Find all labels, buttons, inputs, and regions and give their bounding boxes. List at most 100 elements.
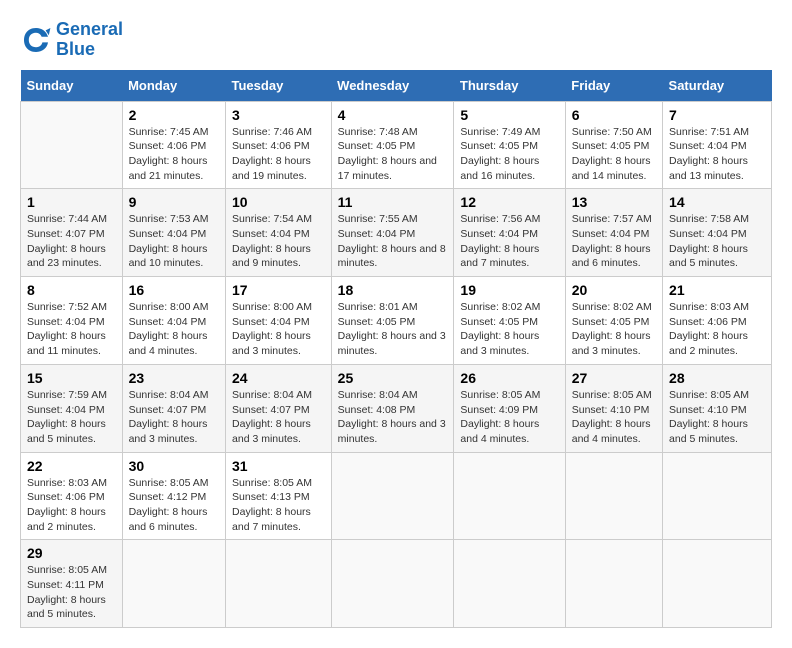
day-info: Sunrise: 8:04 AM Sunset: 4:07 PM Dayligh… xyxy=(129,388,219,447)
header-day-monday: Monday xyxy=(122,70,225,102)
calendar-cell xyxy=(331,540,454,628)
day-number: 28 xyxy=(669,370,765,386)
day-number: 19 xyxy=(460,282,558,298)
day-number: 1 xyxy=(27,194,116,210)
day-info: Sunrise: 7:48 AM Sunset: 4:05 PM Dayligh… xyxy=(338,125,448,184)
calendar-cell: 21Sunrise: 8:03 AM Sunset: 4:06 PM Dayli… xyxy=(663,277,772,365)
day-info: Sunrise: 8:00 AM Sunset: 4:04 PM Dayligh… xyxy=(232,300,325,359)
day-info: Sunrise: 7:53 AM Sunset: 4:04 PM Dayligh… xyxy=(129,212,219,271)
calendar-week-4: 22Sunrise: 8:03 AM Sunset: 4:06 PM Dayli… xyxy=(21,452,772,540)
header-day-wednesday: Wednesday xyxy=(331,70,454,102)
calendar-cell: 29Sunrise: 8:05 AM Sunset: 4:11 PM Dayli… xyxy=(21,540,123,628)
day-number: 17 xyxy=(232,282,325,298)
calendar-week-0: 2Sunrise: 7:45 AM Sunset: 4:06 PM Daylig… xyxy=(21,101,772,189)
calendar-cell: 30 Sunrise: 8:05 AM Sunset: 4:12 PM Dayli… xyxy=(122,452,225,540)
day-info: Sunrise: 7:55 AM Sunset: 4:04 PM Dayligh… xyxy=(338,212,448,271)
calendar-cell: 19Sunrise: 8:02 AM Sunset: 4:05 PM Dayli… xyxy=(454,277,565,365)
calendar-cell: 27 Sunrise: 8:05 AM Sunset: 4:10 PM Dayli… xyxy=(565,364,662,452)
calendar-cell: 9 Sunrise: 7:53 AM Sunset: 4:04 PM Daylig… xyxy=(122,189,225,277)
calendar-cell xyxy=(454,540,565,628)
day-info: Sunrise: 8:05 AM Sunset: 4:09 PM Dayligh… xyxy=(460,388,558,447)
calendar-cell: 25Sunrise: 8:04 AM Sunset: 4:08 PM Dayli… xyxy=(331,364,454,452)
calendar-cell: 10 Sunrise: 7:54 AM Sunset: 4:04 PM Dayli… xyxy=(226,189,332,277)
day-number: 11 xyxy=(338,194,448,210)
logo-icon xyxy=(20,24,52,56)
header-day-friday: Friday xyxy=(565,70,662,102)
calendar-cell: 7Sunrise: 7:51 AM Sunset: 4:04 PM Daylig… xyxy=(663,101,772,189)
day-number: 15 xyxy=(27,370,116,386)
day-info: Sunrise: 8:05 AM Sunset: 4:10 PM Dayligh… xyxy=(572,388,656,447)
calendar-cell: 18 Sunrise: 8:01 AM Sunset: 4:05 PM Dayli… xyxy=(331,277,454,365)
calendar-cell: 4 Sunrise: 7:48 AM Sunset: 4:05 PM Daylig… xyxy=(331,101,454,189)
day-number: 9 xyxy=(129,194,219,210)
calendar-cell: 20Sunrise: 8:02 AM Sunset: 4:05 PM Dayli… xyxy=(565,277,662,365)
calendar-cell xyxy=(565,540,662,628)
day-info: Sunrise: 7:54 AM Sunset: 4:04 PM Dayligh… xyxy=(232,212,325,271)
calendar-week-2: 8 Sunrise: 7:52 AM Sunset: 4:04 PM Daylig… xyxy=(21,277,772,365)
page-header: General Blue xyxy=(20,20,772,60)
day-info: Sunrise: 8:01 AM Sunset: 4:05 PM Dayligh… xyxy=(338,300,448,359)
logo: General Blue xyxy=(20,20,123,60)
calendar-cell xyxy=(565,452,662,540)
calendar-cell: 3 Sunrise: 7:46 AM Sunset: 4:06 PM Daylig… xyxy=(226,101,332,189)
day-number: 24 xyxy=(232,370,325,386)
calendar-cell xyxy=(454,452,565,540)
calendar-cell xyxy=(122,540,225,628)
calendar-cell: 16Sunrise: 8:00 AM Sunset: 4:04 PM Dayli… xyxy=(122,277,225,365)
day-info: Sunrise: 7:51 AM Sunset: 4:04 PM Dayligh… xyxy=(669,125,765,184)
calendar-cell: 14Sunrise: 7:58 AM Sunset: 4:04 PM Dayli… xyxy=(663,189,772,277)
day-number: 3 xyxy=(232,107,325,123)
day-number: 29 xyxy=(27,545,116,561)
calendar-cell: 12 Sunrise: 7:56 AM Sunset: 4:04 PM Dayli… xyxy=(454,189,565,277)
day-number: 8 xyxy=(27,282,116,298)
header-row: SundayMondayTuesdayWednesdayThursdayFrid… xyxy=(21,70,772,102)
day-number: 13 xyxy=(572,194,656,210)
day-info: Sunrise: 8:05 AM Sunset: 4:10 PM Dayligh… xyxy=(669,388,765,447)
day-info: Sunrise: 7:56 AM Sunset: 4:04 PM Dayligh… xyxy=(460,212,558,271)
day-number: 27 xyxy=(572,370,656,386)
day-info: Sunrise: 8:04 AM Sunset: 4:07 PM Dayligh… xyxy=(232,388,325,447)
calendar-week-5: 29Sunrise: 8:05 AM Sunset: 4:11 PM Dayli… xyxy=(21,540,772,628)
calendar-cell: 5 Sunrise: 7:49 AM Sunset: 4:05 PM Daylig… xyxy=(454,101,565,189)
day-info: Sunrise: 7:49 AM Sunset: 4:05 PM Dayligh… xyxy=(460,125,558,184)
calendar-cell: 8 Sunrise: 7:52 AM Sunset: 4:04 PM Daylig… xyxy=(21,277,123,365)
header-day-saturday: Saturday xyxy=(663,70,772,102)
calendar-cell: 23 Sunrise: 8:04 AM Sunset: 4:07 PM Dayli… xyxy=(122,364,225,452)
calendar-cell xyxy=(331,452,454,540)
header-day-tuesday: Tuesday xyxy=(226,70,332,102)
day-info: Sunrise: 7:44 AM Sunset: 4:07 PM Dayligh… xyxy=(27,212,116,271)
day-info: Sunrise: 7:46 AM Sunset: 4:06 PM Dayligh… xyxy=(232,125,325,184)
calendar-cell xyxy=(21,101,123,189)
day-number: 2 xyxy=(129,107,219,123)
calendar-week-1: 1 Sunrise: 7:44 AM Sunset: 4:07 PM Daylig… xyxy=(21,189,772,277)
day-number: 4 xyxy=(338,107,448,123)
day-number: 20 xyxy=(572,282,656,298)
day-number: 6 xyxy=(572,107,656,123)
header-day-thursday: Thursday xyxy=(454,70,565,102)
calendar-cell: 31Sunrise: 8:05 AM Sunset: 4:13 PM Dayli… xyxy=(226,452,332,540)
day-info: Sunrise: 8:05 AM Sunset: 4:13 PM Dayligh… xyxy=(232,476,325,535)
calendar-cell: 2Sunrise: 7:45 AM Sunset: 4:06 PM Daylig… xyxy=(122,101,225,189)
calendar-cell: 1 Sunrise: 7:44 AM Sunset: 4:07 PM Daylig… xyxy=(21,189,123,277)
calendar-cell: 24 Sunrise: 8:04 AM Sunset: 4:07 PM Dayli… xyxy=(226,364,332,452)
calendar-cell: 6 Sunrise: 7:50 AM Sunset: 4:05 PM Daylig… xyxy=(565,101,662,189)
calendar-cell: 15 Sunrise: 7:59 AM Sunset: 4:04 PM Dayli… xyxy=(21,364,123,452)
calendar-cell: 28 Sunrise: 8:05 AM Sunset: 4:10 PM Dayli… xyxy=(663,364,772,452)
day-number: 5 xyxy=(460,107,558,123)
day-number: 22 xyxy=(27,458,116,474)
day-number: 12 xyxy=(460,194,558,210)
day-info: Sunrise: 7:58 AM Sunset: 4:04 PM Dayligh… xyxy=(669,212,765,271)
day-info: Sunrise: 7:50 AM Sunset: 4:05 PM Dayligh… xyxy=(572,125,656,184)
day-number: 21 xyxy=(669,282,765,298)
day-info: Sunrise: 8:05 AM Sunset: 4:12 PM Dayligh… xyxy=(129,476,219,535)
day-number: 23 xyxy=(129,370,219,386)
day-info: Sunrise: 7:52 AM Sunset: 4:04 PM Dayligh… xyxy=(27,300,116,359)
calendar-cell xyxy=(663,540,772,628)
day-number: 10 xyxy=(232,194,325,210)
calendar-cell xyxy=(663,452,772,540)
calendar-header: SundayMondayTuesdayWednesdayThursdayFrid… xyxy=(21,70,772,102)
day-number: 18 xyxy=(338,282,448,298)
day-info: Sunrise: 7:59 AM Sunset: 4:04 PM Dayligh… xyxy=(27,388,116,447)
day-number: 30 xyxy=(129,458,219,474)
calendar-table: SundayMondayTuesdayWednesdayThursdayFrid… xyxy=(20,70,772,629)
